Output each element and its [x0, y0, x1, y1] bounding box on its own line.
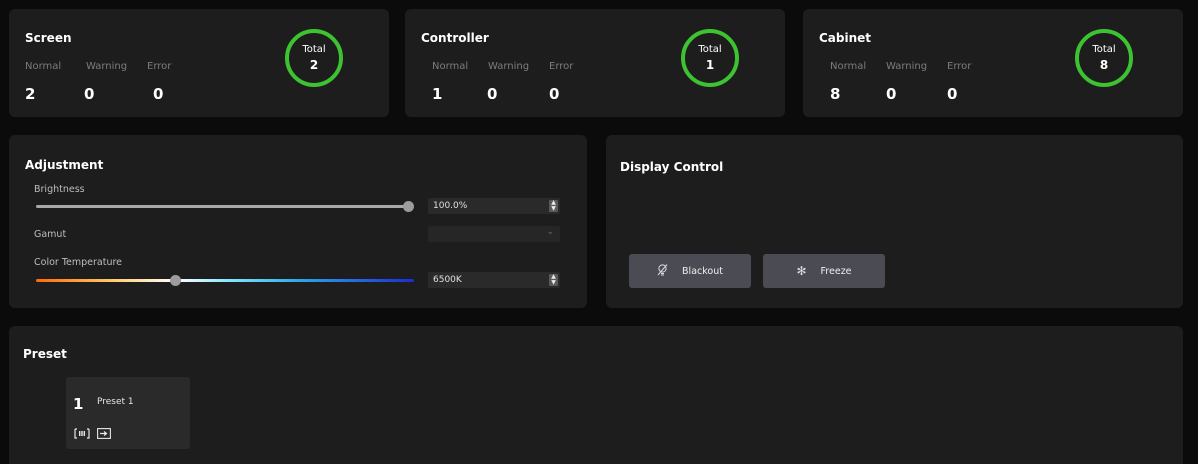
color-temperature-input[interactable]: 6500K ▲ ▼ — [428, 272, 560, 288]
brightness-slider[interactable] — [36, 205, 408, 208]
color-temperature-label: Color Temperature — [34, 257, 123, 268]
gamut-label: Gamut — [34, 229, 67, 240]
warning-count: 0 — [886, 85, 897, 103]
error-label: Error — [147, 61, 172, 72]
screen-status-card: Screen Normal Warning Error 2 0 0 Total … — [9, 9, 389, 117]
display-control-title: Display Control — [620, 160, 724, 174]
card-title: Cabinet — [819, 31, 872, 45]
gamut-select[interactable]: ⌄ — [428, 226, 560, 242]
warning-label: Warning — [86, 61, 128, 72]
error-label: Error — [947, 61, 972, 72]
warning-count: 0 — [487, 85, 498, 103]
card-title: Screen — [25, 31, 72, 45]
color-temperature-slider[interactable] — [36, 279, 414, 282]
error-count: 0 — [947, 85, 958, 103]
brightness-input[interactable]: 100.0% ▲ ▼ — [428, 198, 560, 214]
preset-number: 1 — [73, 395, 84, 413]
warning-label: Warning — [886, 61, 928, 72]
adjustment-panel: Adjustment Brightness 100.0% ▲ ▼ Gamut ⌄ … — [9, 135, 587, 308]
error-label: Error — [549, 61, 574, 72]
adjustment-title: Adjustment — [25, 158, 104, 172]
normal-label: Normal — [830, 61, 867, 72]
brightness-stepper[interactable]: ▲ ▼ — [549, 200, 558, 212]
total-ring: Total 8 — [1075, 29, 1133, 87]
normal-label: Normal — [432, 61, 469, 72]
freeze-button[interactable]: ✻ Freeze — [763, 254, 885, 288]
total-count: 2 — [309, 58, 319, 72]
normal-count: 8 — [830, 85, 841, 103]
cabinet-status-card: Cabinet Normal Warning Error 8 0 0 Total… — [803, 9, 1183, 117]
chevron-down-icon: ⌄ — [546, 227, 554, 237]
color-temperature-stepper[interactable]: ▲ ▼ — [549, 274, 558, 286]
warning-label: Warning — [488, 61, 530, 72]
preset-apply-icon[interactable] — [97, 428, 111, 442]
brightness-slider-thumb[interactable] — [402, 201, 414, 212]
total-count: 8 — [1099, 58, 1109, 72]
total-label: Total — [302, 44, 326, 55]
preset-name: Preset 1 — [97, 397, 134, 407]
freeze-label: Freeze — [820, 265, 852, 277]
preset-screens-icon[interactable] — [74, 428, 90, 442]
brightness-label: Brightness — [34, 184, 85, 195]
display-control-panel: Display Control Blackout ✻ Freeze — [606, 135, 1183, 308]
total-ring: Total 1 — [681, 29, 739, 87]
normal-label: Normal — [25, 61, 62, 72]
normal-count: 2 — [25, 85, 36, 103]
color-temperature-value: 6500K — [433, 275, 462, 285]
snowflake-icon: ✻ — [796, 264, 807, 278]
warning-count: 0 — [84, 85, 95, 103]
blackout-label: Blackout — [682, 265, 723, 277]
preset-title: Preset — [23, 347, 67, 361]
total-ring: Total 2 — [285, 29, 343, 87]
error-count: 0 — [153, 85, 164, 103]
controller-status-card: Controller Normal Warning Error 1 0 0 To… — [405, 9, 785, 117]
card-title: Controller — [421, 31, 489, 45]
blackout-button[interactable]: Blackout — [629, 254, 751, 288]
bulb-off-icon — [657, 263, 668, 279]
normal-count: 1 — [432, 85, 443, 103]
total-count: 1 — [705, 58, 715, 72]
preset-item[interactable]: 1 Preset 1 — [66, 377, 190, 449]
total-label: Total — [1092, 44, 1116, 55]
brightness-value: 100.0% — [433, 201, 468, 211]
color-temperature-slider-thumb[interactable] — [170, 275, 182, 286]
total-label: Total — [698, 44, 722, 55]
error-count: 0 — [549, 85, 560, 103]
